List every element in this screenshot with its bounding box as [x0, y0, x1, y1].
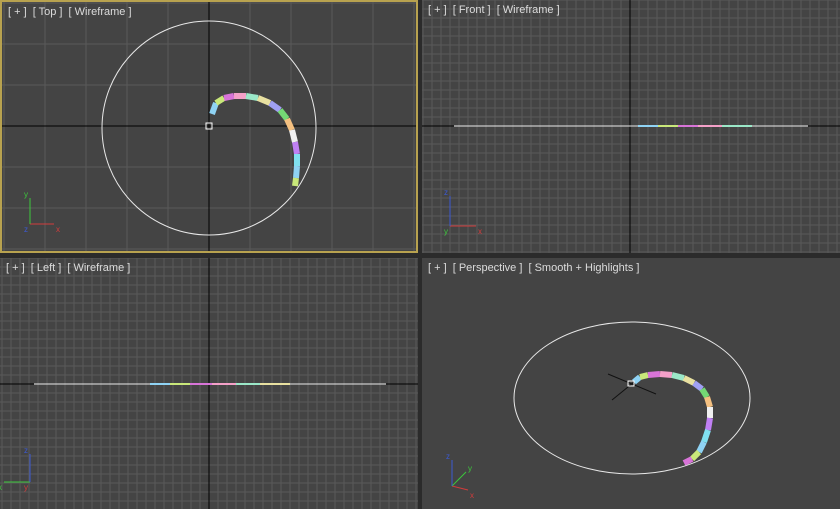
viewport-front-shading[interactable]: [ Wireframe ]	[497, 4, 560, 16]
viewport-front-view[interactable]: [ Front ]	[453, 4, 491, 16]
axis-tripod-label-x: x	[0, 483, 2, 492]
spiral-segment	[245, 93, 259, 101]
viewport-top-view[interactable]: [ Top ]	[33, 6, 63, 18]
axis-tripod-label-x: x	[470, 491, 474, 500]
axis-tripod-label-y: y	[24, 190, 28, 199]
spiral-segment	[632, 374, 642, 385]
axis-tripod-label-z: z	[24, 446, 28, 455]
viewport-left-shading[interactable]: [ Wireframe ]	[67, 262, 130, 274]
axis-tripod-label-y: y	[24, 483, 28, 492]
viewport-front[interactable]: x y z [ + ] [ Front ] [ Wireframe ]	[422, 0, 840, 253]
axis-tripod-label-x: x	[56, 225, 60, 234]
viewport-left-canvas[interactable]: x y z	[0, 258, 418, 509]
wire-circle	[513, 321, 751, 475]
spiral-segment	[223, 93, 235, 101]
spiral-segment	[704, 396, 713, 408]
axis-tripod-label-z: z	[444, 188, 448, 197]
spiral-segment	[659, 371, 673, 378]
viewport-top-shading[interactable]: [ Wireframe ]	[69, 6, 132, 18]
axis-tripod-label-z: z	[446, 452, 450, 461]
spiral-segment	[682, 456, 694, 466]
viewport-top-menu[interactable]: [ + ]	[8, 6, 27, 18]
viewport-top-canvas[interactable]: x y z	[2, 2, 416, 251]
spiral-segment	[256, 95, 272, 106]
viewport-perspective-menu[interactable]: [ + ]	[428, 262, 447, 274]
axis-tripod-x	[451, 485, 469, 491]
spiral-segment	[268, 100, 282, 113]
viewport-perspective-canvas[interactable]: x y z	[422, 258, 840, 509]
spiral-segment	[701, 429, 711, 443]
spiral-segment	[289, 129, 298, 143]
spiral-segment	[277, 108, 290, 121]
viewport-perspective[interactable]: x y z [ + ] [ Perspective ] [ Smooth + Hig…	[422, 258, 840, 509]
viewport-left[interactable]: x y z [ + ] [ Left ] [ Wireframe ]	[0, 258, 418, 509]
viewport-left-menu[interactable]: [ + ]	[6, 262, 25, 274]
spiral-segment	[293, 165, 300, 179]
spiral-segment	[671, 372, 685, 381]
spiral-segment	[647, 371, 661, 378]
axis-tripod-label-x: x	[478, 227, 482, 236]
spiral-segment	[639, 372, 649, 380]
spiral-segment	[214, 95, 226, 106]
viewport-perspective-shading[interactable]: [ Smooth + Highlights ]	[528, 262, 639, 274]
axis-tripod-label-y: y	[468, 464, 472, 473]
viewport-left-view[interactable]: [ Left ]	[31, 262, 62, 274]
viewport-perspective-label[interactable]: [ + ] [ Perspective ] [ Smooth + Highlig…	[428, 262, 642, 274]
spiral-segment	[692, 380, 704, 392]
viewport-top-label[interactable]: [ + ] [ Top ] [ Wireframe ]	[8, 6, 135, 18]
viewport-perspective-view[interactable]: [ Perspective ]	[453, 262, 523, 274]
viewport-front-label[interactable]: [ + ] [ Front ] [ Wireframe ]	[428, 4, 563, 16]
spiral-segment	[682, 375, 696, 386]
spiral-segment	[689, 449, 702, 462]
axis-tripod-y	[451, 471, 467, 487]
viewport-top[interactable]: x y z [ + ] [ Top ] [ Wireframe ]	[0, 0, 418, 253]
spiral-segment	[292, 177, 299, 187]
axis-tripod-label-y: y	[444, 227, 448, 236]
spiral-segment	[699, 387, 710, 399]
viewport-front-canvas[interactable]: x y z	[422, 0, 840, 253]
spiral-segment	[696, 440, 707, 454]
axis-tripod-label-z: z	[24, 225, 28, 234]
spiral-segment	[705, 417, 713, 431]
viewport-left-label[interactable]: [ + ] [ Left ] [ Wireframe ]	[6, 262, 133, 274]
spiral-segment	[292, 141, 300, 155]
viewport-front-menu[interactable]: [ + ]	[428, 4, 447, 16]
spiral-segment	[209, 101, 219, 116]
